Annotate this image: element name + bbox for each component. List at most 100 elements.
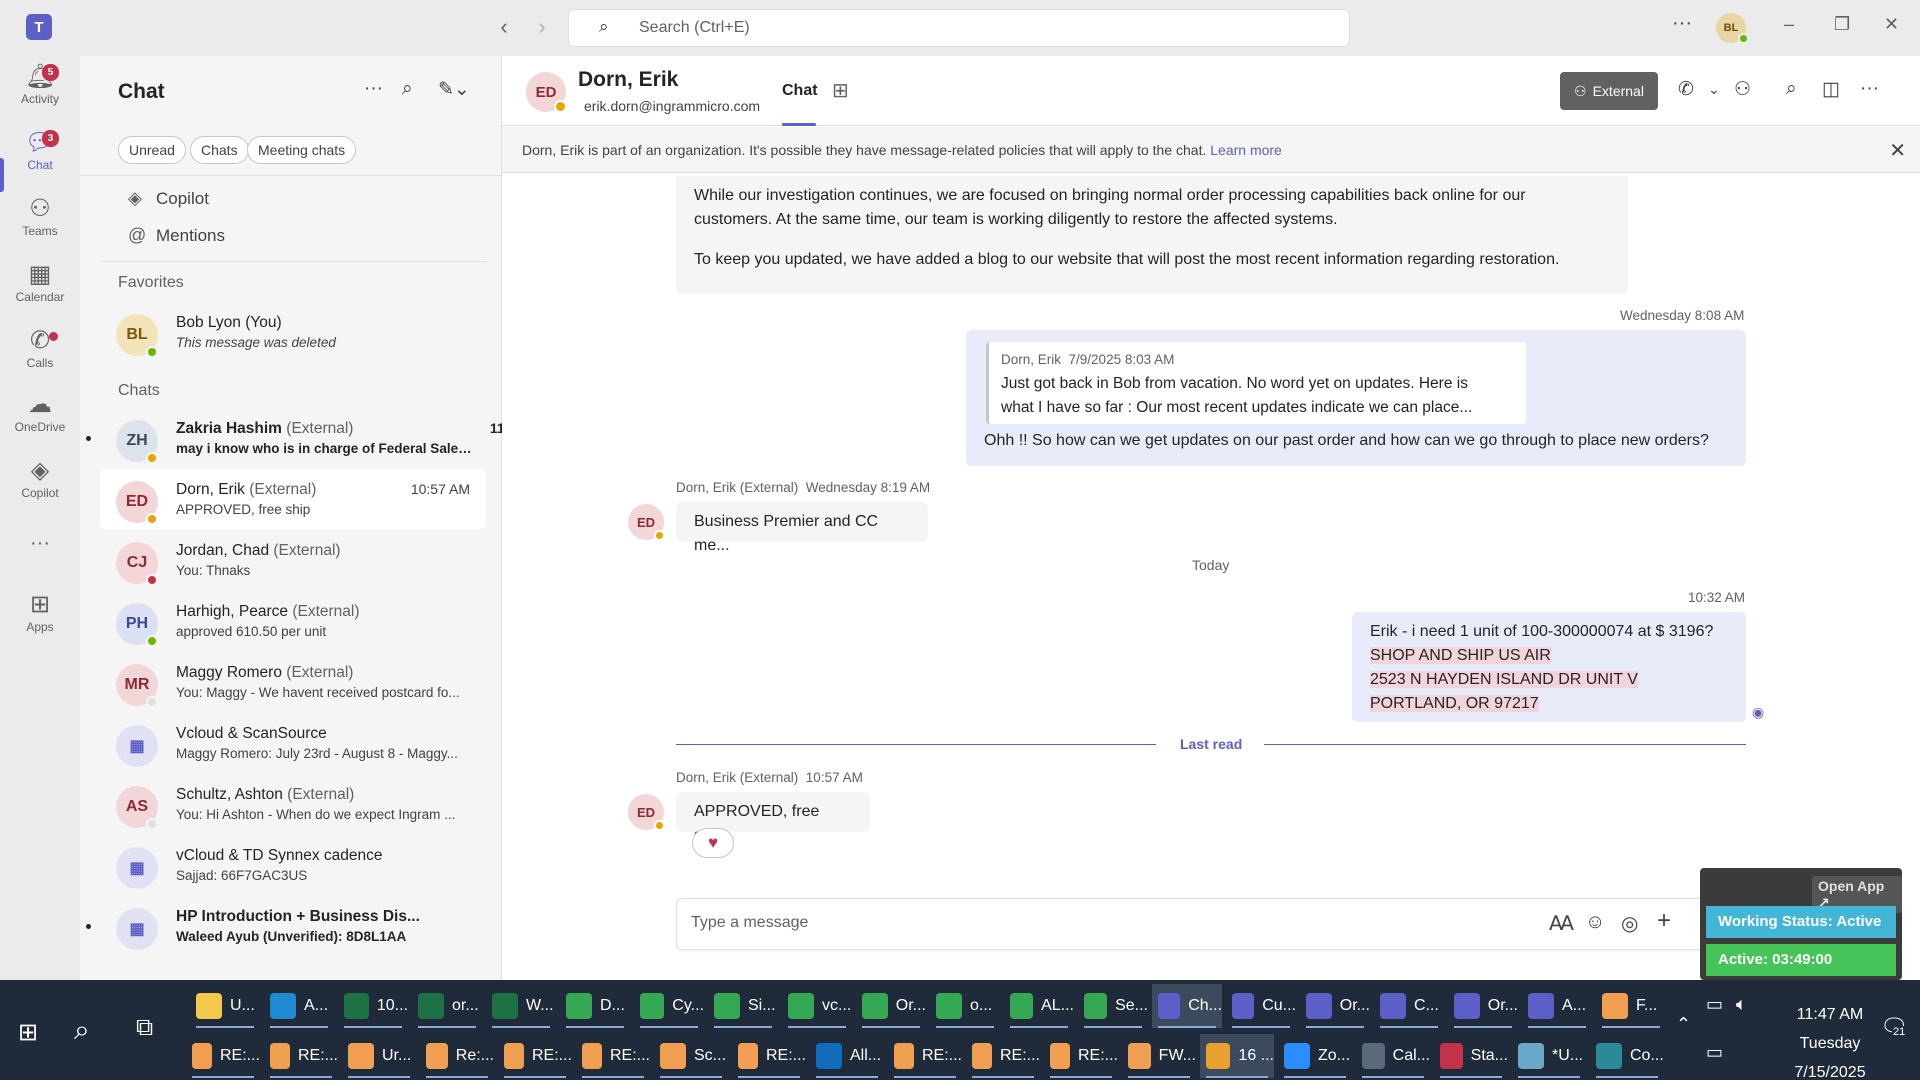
taskbar-button[interactable]: o...: [930, 984, 1000, 1028]
taskbar-button[interactable]: RE:...: [576, 1034, 650, 1078]
taskbar-button[interactable]: 10...: [338, 984, 408, 1028]
pinned-mentions[interactable]: @ Mentions: [128, 225, 225, 246]
taskbar-button[interactable]: Sc...: [654, 1034, 728, 1078]
more-options-icon[interactable]: ···: [364, 78, 383, 100]
rail-copilot[interactable]: ◈ Copilot: [0, 456, 80, 500]
message-bubble-incoming[interactable]: Business Premier and CC me...: [676, 502, 928, 554]
taskbar-button[interactable]: Ch...: [1152, 984, 1222, 1028]
taskbar-button[interactable]: Se...: [1078, 984, 1148, 1028]
taskbar-button[interactable]: Ur...: [342, 1034, 416, 1078]
taskbar-button[interactable]: RE:...: [888, 1034, 962, 1078]
back-arrow-icon[interactable]: ‹: [492, 14, 516, 40]
taskbar-button[interactable]: 16 ...: [1200, 1034, 1274, 1078]
chat-list-item[interactable]: AS Schultz, Ashton (External) You: Hi Asht…: [100, 774, 566, 834]
quoted-message[interactable]: Dorn, Erik 7/9/2025 8:03 AM Just got bac…: [986, 342, 1526, 424]
taskbar-button[interactable]: RE:...: [264, 1034, 338, 1078]
chat-list-item[interactable]: ZH Zakria Hashim (External) may i know who…: [86, 408, 566, 468]
call-icon[interactable]: ✆: [1678, 78, 1694, 101]
more-options-icon[interactable]: ···: [1860, 78, 1879, 100]
rail-calendar[interactable]: ▦ Calendar: [0, 260, 80, 304]
taskbar-button[interactable]: AL...: [1004, 984, 1074, 1028]
taskbar-button[interactable]: Zo...: [1278, 1034, 1352, 1078]
chat-list-item[interactable]: CJJordan, Chad (External)You: Thnaks7/14: [100, 530, 566, 590]
search-icon[interactable]: ⌕: [74, 1014, 90, 1047]
side-panel-icon[interactable]: ◫: [1822, 78, 1840, 101]
close-icon[interactable]: ✕: [1889, 138, 1906, 163]
taskbar-button[interactable]: Sta...: [1434, 1034, 1508, 1078]
forward-arrow-icon[interactable]: ›: [530, 14, 554, 40]
taskbar-button[interactable]: RE:...: [732, 1034, 806, 1078]
message-bubble-outgoing[interactable]: Erik - i need 1 unit of 100-300000074 at…: [1352, 612, 1746, 722]
rail-onedrive[interactable]: ☁︎ OneDrive: [0, 390, 80, 434]
message-bubble-incoming[interactable]: APPROVED, free ship: [676, 792, 870, 844]
chevron-down-icon[interactable]: ⌄: [1708, 81, 1720, 98]
minimize-button[interactable]: –: [1784, 14, 1794, 35]
battery-icon[interactable]: ▭: [1706, 994, 1723, 1015]
taskbar-button[interactable]: vc...: [782, 984, 852, 1028]
taskbar-button[interactable]: A...: [1522, 984, 1592, 1028]
search-icon[interactable]: ⌕: [1786, 78, 1797, 100]
search-input[interactable]: ⌕ Search (Ctrl+E): [568, 9, 1350, 47]
learn-more-link[interactable]: Learn more: [1210, 142, 1282, 158]
taskbar-button[interactable]: Re:...: [420, 1034, 494, 1078]
taskbar-button[interactable]: C...: [1374, 984, 1444, 1028]
taskbar-button[interactable]: U...: [190, 984, 260, 1028]
rail-teams[interactable]: ⚇ Teams: [0, 194, 80, 238]
system-clock[interactable]: 11:47 AM Tuesday 7/15/2025: [1770, 1000, 1890, 1080]
taskbar-button[interactable]: F...: [1596, 984, 1666, 1028]
heart-reaction[interactable]: ♥: [692, 828, 734, 858]
compose-box[interactable]: Type a message Ꜳ ☺ ◎ +: [676, 898, 1752, 950]
taskbar-button[interactable]: Cal...: [1356, 1034, 1430, 1078]
format-icon[interactable]: Ꜳ: [1549, 911, 1574, 936]
message-bubble-incoming[interactable]: While our investigation continues, we ar…: [676, 176, 1628, 294]
chat-list-item[interactable]: MR Maggy Romero (External) You: Maggy - We…: [100, 652, 566, 712]
search-icon[interactable]: ⌕: [402, 78, 413, 100]
rail-apps[interactable]: ⊞ Apps: [0, 590, 80, 634]
volume-icon[interactable]: 🔈︎: [1736, 994, 1747, 1015]
filter-chats[interactable]: Chats: [190, 136, 249, 164]
emoji-icon[interactable]: ☺: [1585, 911, 1605, 934]
taskbar-button[interactable]: D...: [560, 984, 630, 1028]
loop-icon[interactable]: ◎: [1621, 911, 1638, 936]
taskbar-button[interactable]: Or...: [856, 984, 926, 1028]
taskbar-button[interactable]: RE:...: [966, 1034, 1040, 1078]
maximize-button[interactable]: ❐: [1834, 14, 1850, 35]
rail-more[interactable]: ···: [0, 532, 80, 555]
notifications-icon[interactable]: 🗨︎21: [1880, 1014, 1908, 1040]
chat-list-item[interactable]: BL Bob Lyon (You) This message was deleted…: [100, 302, 566, 362]
rail-chat[interactable]: 💬︎ 3 Chat: [0, 128, 80, 172]
task-view-icon[interactable]: ⧉: [136, 1014, 153, 1042]
pinned-copilot[interactable]: ◈ Copilot: [128, 188, 209, 209]
chat-list-item[interactable]: ED Dorn, Erik (External) APPROVED, free sh…: [100, 469, 486, 529]
tab-chat[interactable]: Chat: [782, 82, 818, 100]
taskbar-button[interactable]: All...: [810, 1034, 884, 1078]
taskbar-button[interactable]: Or...: [1448, 984, 1518, 1028]
filter-unread[interactable]: Unread: [118, 136, 186, 164]
display-icon[interactable]: ▭: [1706, 1042, 1723, 1063]
more-options-icon[interactable]: ···: [1672, 12, 1692, 35]
taskbar-button[interactable]: RE:...: [1044, 1034, 1118, 1078]
new-chat-icon[interactable]: ✎⌄: [438, 78, 470, 101]
taskbar-button[interactable]: RE:...: [498, 1034, 572, 1078]
close-window-button[interactable]: ✕: [1884, 14, 1899, 35]
rail-calls[interactable]: ✆ Calls: [0, 326, 80, 370]
taskbar-button[interactable]: Co...: [1590, 1034, 1664, 1078]
taskbar-button[interactable]: Or...: [1300, 984, 1370, 1028]
add-tab-icon[interactable]: ⊞: [832, 78, 849, 103]
external-button[interactable]: ⚇ External: [1560, 72, 1658, 110]
windows-start-icon[interactable]: ⊞: [18, 1018, 38, 1047]
filter-meeting-chats[interactable]: Meeting chats: [247, 136, 357, 164]
chat-list-item[interactable]: ▦ vCloud & TD Synnex cadence Sajjad: 66F7G…: [100, 835, 566, 895]
add-people-icon[interactable]: ⚇: [1734, 78, 1751, 101]
taskbar-button[interactable]: W...: [486, 984, 556, 1028]
taskbar-button[interactable]: Cy...: [634, 984, 704, 1028]
chat-list-item[interactable]: PH Harhigh, Pearce (External) approved 610…: [100, 591, 566, 651]
taskbar-button[interactable]: RE:...: [186, 1034, 260, 1078]
chat-list-item[interactable]: ▦ HP Introduction + Business Dis... Waleed…: [86, 896, 566, 956]
rail-activity[interactable]: 🔔︎ 5 Activity: [0, 62, 80, 106]
taskbar-button[interactable]: Si...: [708, 984, 778, 1028]
taskbar-button[interactable]: A...: [264, 984, 334, 1028]
taskbar-button[interactable]: or...: [412, 984, 482, 1028]
chevron-up-icon[interactable]: ⌃: [1676, 1014, 1691, 1035]
taskbar-button[interactable]: FW...: [1122, 1034, 1196, 1078]
